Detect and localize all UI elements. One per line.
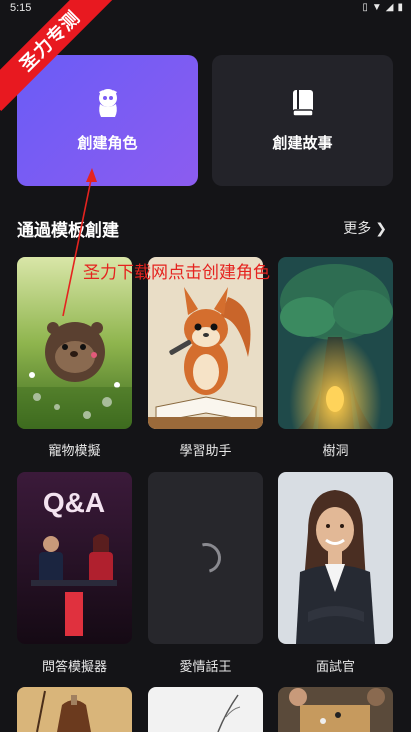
create-character-button[interactable]: 創建角色 <box>17 55 198 186</box>
book-icon <box>291 90 314 117</box>
template-label-interviewer: 面試官 <box>315 659 355 674</box>
template-card-love-talk[interactable] <box>148 472 263 644</box>
signal-icon: ◢ <box>385 2 394 13</box>
character-icon <box>98 89 117 117</box>
qa-image: Q&A <box>17 472 132 644</box>
template-card-board-game[interactable] <box>278 687 393 732</box>
more-link[interactable]: 更多 ❯ <box>343 218 387 238</box>
qa-image-text: Q&A <box>43 487 105 518</box>
interviewer-image <box>278 472 393 644</box>
battery-icon: ▮ <box>397 2 403 13</box>
create-story-button[interactable]: 創建故事 <box>212 55 393 186</box>
more-label: 更多 <box>343 220 372 236</box>
status-icons: ▯ ▼ ◢ ▮ <box>362 2 403 14</box>
template-card-interviewer[interactable] <box>278 472 393 644</box>
create-story-label: 創建故事 <box>272 135 333 152</box>
loading-spinner-icon <box>185 537 226 579</box>
annotation-text: 圣力下载网点击创建角色 <box>83 263 270 282</box>
template-label-love-talk: 愛情話王 <box>179 659 232 674</box>
template-card-warrior[interactable] <box>17 687 132 732</box>
tree-hollow-image <box>278 257 393 429</box>
templates-section-title: 通過模板創建 <box>17 221 119 240</box>
warrior-image <box>17 687 132 732</box>
status-time: 5:15 <box>10 2 32 14</box>
chevron-right-icon: ❯ <box>375 219 387 236</box>
wifi-icon: ▼ <box>371 2 382 13</box>
template-label-study: 學習助手 <box>179 443 232 458</box>
board-game-image <box>278 687 393 732</box>
sketch-image <box>148 687 263 732</box>
template-card-qa[interactable]: Q&A <box>17 472 132 644</box>
template-label-tree-hollow: 樹洞 <box>322 443 349 458</box>
create-character-label: 創建角色 <box>77 135 138 152</box>
vibrate-icon: ▯ <box>362 2 368 13</box>
template-label-pet: 寵物模擬 <box>48 443 101 458</box>
template-card-sketch[interactable] <box>148 687 263 732</box>
template-label-qa: 問答模擬器 <box>41 659 107 674</box>
template-card-tree-hollow[interactable] <box>278 257 393 429</box>
